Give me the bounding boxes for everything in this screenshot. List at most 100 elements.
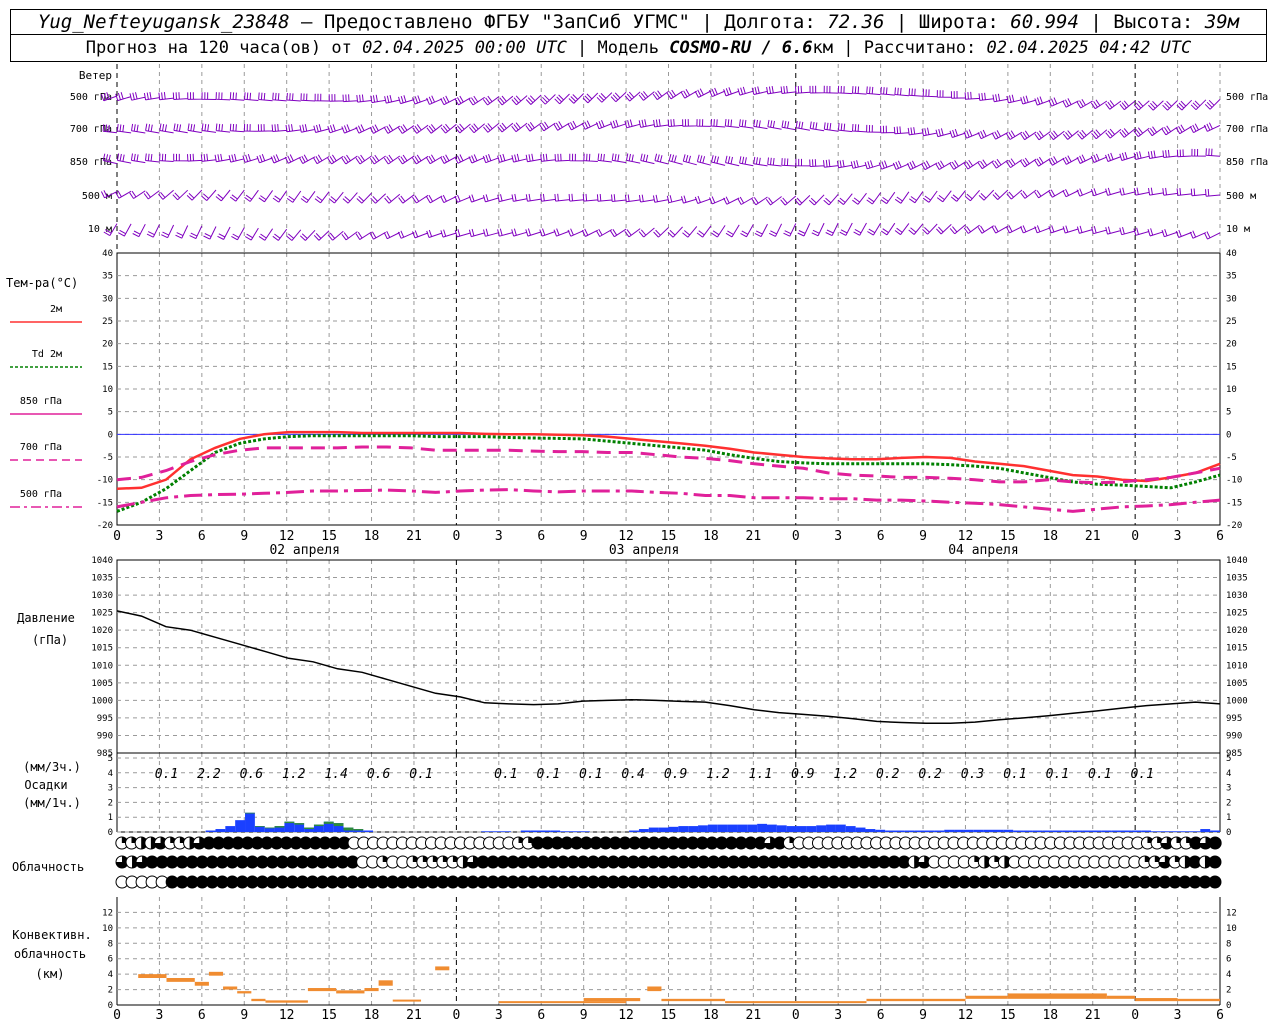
date-label: 04 апреля xyxy=(948,543,1018,558)
pressure-tick-label: 995 xyxy=(97,714,113,724)
hour-tick-label-bottom: 18 xyxy=(703,1008,719,1023)
hour-tick-label-bottom: 0 xyxy=(452,1008,460,1023)
temp-tick-label-right: 10 xyxy=(1226,385,1237,395)
precip-bar xyxy=(481,831,492,832)
wind-level-label-right: 500 гПа xyxy=(1226,92,1268,103)
precip-bar xyxy=(1032,830,1043,832)
precip-tick-label-right: 1 xyxy=(1226,813,1231,823)
hour-tick-label-bottom: 21 xyxy=(746,1008,762,1023)
provider: – Предоставлено ФГБУ "ЗапСиб УГМС" xyxy=(301,11,690,33)
precip-bar xyxy=(1082,830,1092,832)
temp-tick-label-right: -15 xyxy=(1226,498,1242,508)
cloud-title: Облачность xyxy=(12,860,84,874)
temp-tick-label: 25 xyxy=(102,317,113,327)
precip-bar xyxy=(491,831,502,832)
precip-bar xyxy=(776,825,787,832)
precip-bar xyxy=(786,826,797,832)
wind-level-label-right: 500 м xyxy=(1226,191,1256,202)
cloud-fill xyxy=(1208,856,1221,868)
precip-bar xyxy=(796,826,807,832)
precip-unit-3h: (мм/3ч.) xyxy=(23,760,81,774)
precip-tick-label: 5 xyxy=(108,754,113,764)
wind-title: Ветер xyxy=(79,69,112,82)
precip-bar xyxy=(1210,830,1220,832)
pressure-tick-label: 1015 xyxy=(91,644,113,654)
temp-tick-label-right: 40 xyxy=(1226,249,1237,259)
temp-tick-label: 0 xyxy=(108,430,113,440)
conv-bar xyxy=(378,980,393,986)
pressure-tick-label-right: 1025 xyxy=(1226,609,1248,619)
pressure-tick-label: 1010 xyxy=(91,661,113,671)
precip-bar xyxy=(717,824,728,832)
hour-tick-label-bottom: 18 xyxy=(364,1008,380,1023)
precip-3h-label: 0.4 xyxy=(621,767,644,782)
hour-tick-label: 15 xyxy=(661,529,677,544)
temp-legend-label: 700 гПа xyxy=(20,442,62,453)
temp-tick-label: -10 xyxy=(97,476,113,486)
forecast-prefix: Прогноз на 120 часа(ов) от xyxy=(85,38,352,58)
precip-3h-label: 0.2 xyxy=(876,767,900,782)
temp-tick-label: 20 xyxy=(102,340,113,350)
precip-bar xyxy=(1180,831,1191,832)
temp-legend-label: 2м xyxy=(50,304,62,315)
precip-bar xyxy=(924,830,935,832)
precip-3h-label: 0.1 xyxy=(1130,767,1153,782)
conv-tick-label-right: 12 xyxy=(1226,908,1237,918)
precip-conv-bar xyxy=(343,827,354,831)
hour-tick-label-bottom: 12 xyxy=(618,1008,634,1023)
precip-3h-label: 1.4 xyxy=(324,767,347,782)
temp-tick-label-right: 5 xyxy=(1226,408,1231,418)
precip-bar xyxy=(865,829,876,832)
precip-conv-bar xyxy=(245,812,255,814)
hour-tick-label: 6 xyxy=(1216,529,1224,544)
conv-bar xyxy=(392,999,422,1002)
conv-bar xyxy=(265,1000,308,1003)
conv-bar xyxy=(866,998,966,1002)
wind-barb-row xyxy=(100,187,1221,206)
temp-tick-label: 35 xyxy=(102,272,113,282)
conv-bar xyxy=(237,991,252,994)
precip-conv-bar xyxy=(254,826,265,827)
conv-tick-label: 8 xyxy=(108,939,113,949)
precip-bar xyxy=(1072,830,1083,832)
hour-tick-label: 21 xyxy=(746,529,762,544)
precip-bar xyxy=(560,831,571,832)
pressure-tick-label-right: 1020 xyxy=(1226,626,1248,636)
lat-label: Широта: xyxy=(918,11,999,33)
temp-700-line xyxy=(116,488,1221,513)
precip-3h-label: 0.1 xyxy=(1046,767,1069,782)
conv-tick-label: 12 xyxy=(102,908,113,918)
precip-bar xyxy=(638,829,649,832)
precip-bar xyxy=(944,829,955,832)
conv-bar xyxy=(208,971,224,976)
precip-3h-label: 0.6 xyxy=(240,767,264,782)
hour-tick-label: 21 xyxy=(1085,529,1101,544)
hour-tick-label: 3 xyxy=(156,529,164,544)
precip-bar xyxy=(993,829,1004,832)
precip-bar xyxy=(225,826,236,832)
precip-3h-label: 0.6 xyxy=(367,767,391,782)
precip-bar xyxy=(1042,830,1053,832)
precip-bar xyxy=(215,829,226,832)
precip-3h-label: 0.1 xyxy=(537,767,560,782)
model-unit: км xyxy=(812,38,833,58)
wind-barb-row xyxy=(103,222,1221,241)
precip-bar xyxy=(747,824,758,832)
conv-bar xyxy=(138,974,167,978)
precip-bar xyxy=(1121,830,1132,832)
conv-bar xyxy=(364,988,379,992)
precip-bar xyxy=(845,826,856,832)
hour-tick-label-bottom: 3 xyxy=(1174,1008,1182,1023)
temp-tick-label-right: 0 xyxy=(1226,430,1231,440)
hour-tick-label: 9 xyxy=(580,529,588,544)
hour-tick-label-bottom: 21 xyxy=(406,1008,422,1023)
wind-level-label-right: 700 гПа xyxy=(1226,124,1268,135)
precip-bar xyxy=(678,826,689,832)
conv-tick-label-right: 6 xyxy=(1226,955,1231,965)
precip-bar xyxy=(835,824,846,832)
conv-bar xyxy=(1106,995,1136,999)
precip-conv-bar xyxy=(313,824,324,827)
precip-bar xyxy=(1190,831,1201,832)
pressure-tick-label-right: 1035 xyxy=(1226,574,1248,584)
temp-legend-label: Td 2м xyxy=(32,349,62,360)
